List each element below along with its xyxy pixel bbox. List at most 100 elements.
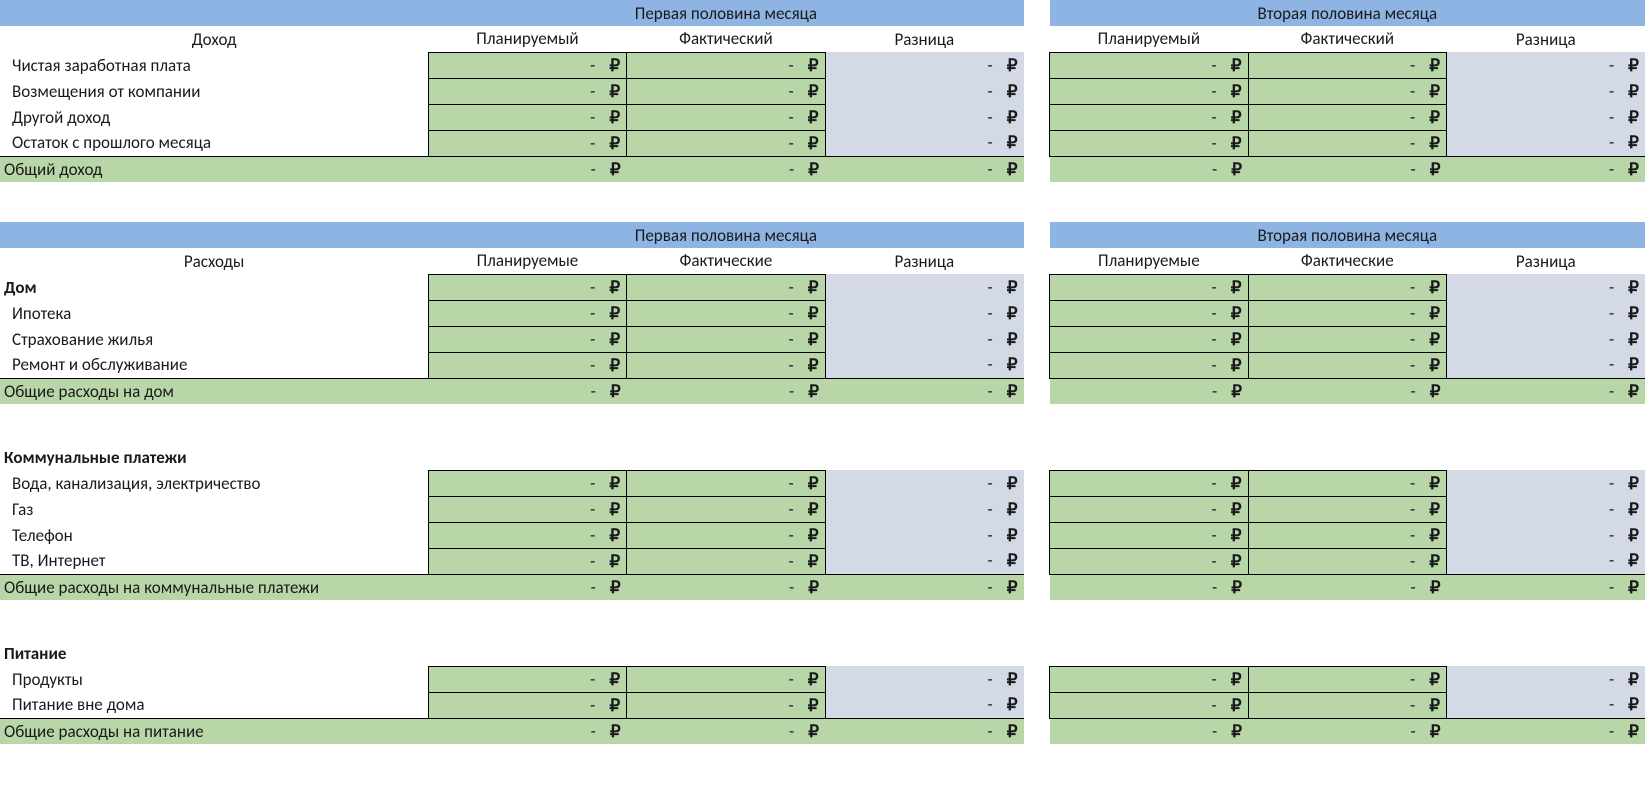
exp-cell-actual-2[interactable]: -₽ — [1248, 548, 1446, 574]
blank — [1248, 444, 1446, 470]
exp-cell-planned-2[interactable]: -₽ — [1050, 666, 1248, 692]
income-cell-planned-2[interactable]: -₽ — [1050, 130, 1248, 156]
exp-row-label: Продукты — [0, 666, 428, 692]
exp-cell-planned-1[interactable]: -₽ — [428, 352, 626, 378]
blank — [825, 640, 1023, 666]
income-cell-actual-1[interactable]: -₽ — [627, 52, 825, 78]
income-cell-actual-1[interactable]: -₽ — [627, 78, 825, 104]
gap — [1024, 522, 1050, 548]
exp-total-actual-2: -₽ — [1248, 378, 1446, 404]
exp-total-diff-1: -₽ — [825, 574, 1023, 600]
exp-cell-planned-1[interactable]: -₽ — [428, 300, 626, 326]
exp-total-actual-2: -₽ — [1248, 718, 1446, 744]
exp-section-actual-2[interactable]: -₽ — [1248, 274, 1446, 300]
income-cell-actual-2[interactable]: -₽ — [1248, 52, 1446, 78]
exp-cell-diff-2: -₽ — [1447, 522, 1645, 548]
income-total-actual-2: -₽ — [1248, 156, 1446, 182]
exp-total-actual-2: -₽ — [1248, 574, 1446, 600]
income-cell-actual-1[interactable]: -₽ — [627, 104, 825, 130]
exp-total-planned-2: -₽ — [1050, 574, 1248, 600]
exp-cell-actual-2[interactable]: -₽ — [1248, 496, 1446, 522]
exp-cell-actual-2[interactable]: -₽ — [1248, 352, 1446, 378]
exp-cell-diff-2: -₽ — [1447, 692, 1645, 718]
exp-cell-planned-1[interactable]: -₽ — [428, 326, 626, 352]
exp-cell-diff-2: -₽ — [1447, 666, 1645, 692]
exp-cell-actual-2[interactable]: -₽ — [1248, 666, 1446, 692]
exp-section-actual-1[interactable]: -₽ — [627, 274, 825, 300]
income-planned-2: Планируемый — [1050, 26, 1248, 52]
gap — [1024, 130, 1050, 156]
exp-total-planned-1: -₽ — [428, 574, 626, 600]
exp-section-total-label: Общие расходы на питание — [0, 718, 428, 744]
exp-cell-planned-1[interactable]: -₽ — [428, 548, 626, 574]
exp-cell-actual-1[interactable]: -₽ — [627, 496, 825, 522]
exp-cell-actual-2[interactable]: -₽ — [1248, 522, 1446, 548]
income-cell-diff-1: -₽ — [825, 130, 1023, 156]
income-diff-2: Разница — [1447, 26, 1645, 52]
income-cell-planned-2[interactable]: -₽ — [1050, 52, 1248, 78]
exp-cell-planned-1[interactable]: -₽ — [428, 522, 626, 548]
income-cell-planned-1[interactable]: -₽ — [428, 104, 626, 130]
exp-cell-planned-2[interactable]: -₽ — [1050, 692, 1248, 718]
exp-cell-planned-1[interactable]: -₽ — [428, 692, 626, 718]
income-cell-actual-2[interactable]: -₽ — [1248, 78, 1446, 104]
exp-cell-actual-2[interactable]: -₽ — [1248, 326, 1446, 352]
exp-cell-planned-2[interactable]: -₽ — [1050, 470, 1248, 496]
exp-section-planned-2[interactable]: -₽ — [1050, 274, 1248, 300]
exp-total-diff-2: -₽ — [1447, 574, 1645, 600]
exp-cell-actual-1[interactable]: -₽ — [627, 522, 825, 548]
gap — [1024, 496, 1050, 522]
income-cell-planned-1[interactable]: -₽ — [428, 130, 626, 156]
exp-cell-planned-2[interactable]: -₽ — [1050, 522, 1248, 548]
expenses-title: Расходы — [0, 248, 428, 274]
income-cell-planned-1[interactable]: -₽ — [428, 78, 626, 104]
income-row-label: Другой доход — [0, 104, 428, 130]
exp-cell-diff-2: -₽ — [1447, 300, 1645, 326]
exp-cell-planned-1[interactable]: -₽ — [428, 666, 626, 692]
exp-first-half-header: Первая половина месяца — [428, 222, 1023, 248]
exp-cell-actual-1[interactable]: -₽ — [627, 548, 825, 574]
exp-cell-planned-2[interactable]: -₽ — [1050, 352, 1248, 378]
exp-total-diff-1: -₽ — [825, 378, 1023, 404]
exp-cell-diff-2: -₽ — [1447, 548, 1645, 574]
exp-cell-actual-2[interactable]: -₽ — [1248, 692, 1446, 718]
income-total-diff-1: -₽ — [825, 156, 1023, 182]
exp-cell-actual-2[interactable]: -₽ — [1248, 300, 1446, 326]
income-cell-diff-2: -₽ — [1447, 104, 1645, 130]
exp-cell-actual-1[interactable]: -₽ — [627, 470, 825, 496]
exp-cell-planned-1[interactable]: -₽ — [428, 496, 626, 522]
gap — [1024, 156, 1050, 182]
exp-planned-2: Планируемые — [1050, 248, 1248, 274]
income-cell-planned-2[interactable]: -₽ — [1050, 104, 1248, 130]
exp-cell-actual-1[interactable]: -₽ — [627, 666, 825, 692]
exp-cell-planned-2[interactable]: -₽ — [1050, 496, 1248, 522]
exp-section-name: Дом — [0, 274, 428, 300]
exp-section-name: Коммунальные платежи — [0, 444, 428, 470]
exp-cell-actual-1[interactable]: -₽ — [627, 352, 825, 378]
exp-cell-diff-2: -₽ — [1447, 326, 1645, 352]
exp-hdr-blank — [0, 222, 428, 248]
income-cell-planned-2[interactable]: -₽ — [1050, 78, 1248, 104]
exp-cell-actual-1[interactable]: -₽ — [627, 326, 825, 352]
exp-total-planned-1: -₽ — [428, 378, 626, 404]
exp-section-planned-1[interactable]: -₽ — [428, 274, 626, 300]
exp-cell-actual-1[interactable]: -₽ — [627, 692, 825, 718]
exp-cell-planned-2[interactable]: -₽ — [1050, 548, 1248, 574]
income-cell-actual-2[interactable]: -₽ — [1248, 104, 1446, 130]
section-gap — [0, 182, 1645, 222]
exp-cell-actual-1[interactable]: -₽ — [627, 300, 825, 326]
gap — [1024, 0, 1050, 26]
exp-cell-planned-2[interactable]: -₽ — [1050, 326, 1248, 352]
income-cell-planned-1[interactable]: -₽ — [428, 52, 626, 78]
exp-cell-planned-1[interactable]: -₽ — [428, 470, 626, 496]
gap — [1024, 640, 1050, 666]
income-cell-actual-1[interactable]: -₽ — [627, 130, 825, 156]
exp-cell-diff-1: -₽ — [825, 522, 1023, 548]
income-cell-actual-2[interactable]: -₽ — [1248, 130, 1446, 156]
exp-row-label: Страхование жилья — [0, 326, 428, 352]
exp-cell-planned-2[interactable]: -₽ — [1050, 300, 1248, 326]
exp-cell-actual-2[interactable]: -₽ — [1248, 470, 1446, 496]
exp-cell-diff-1: -₽ — [825, 470, 1023, 496]
exp-total-planned-2: -₽ — [1050, 718, 1248, 744]
exp-cell-diff-1: -₽ — [825, 666, 1023, 692]
